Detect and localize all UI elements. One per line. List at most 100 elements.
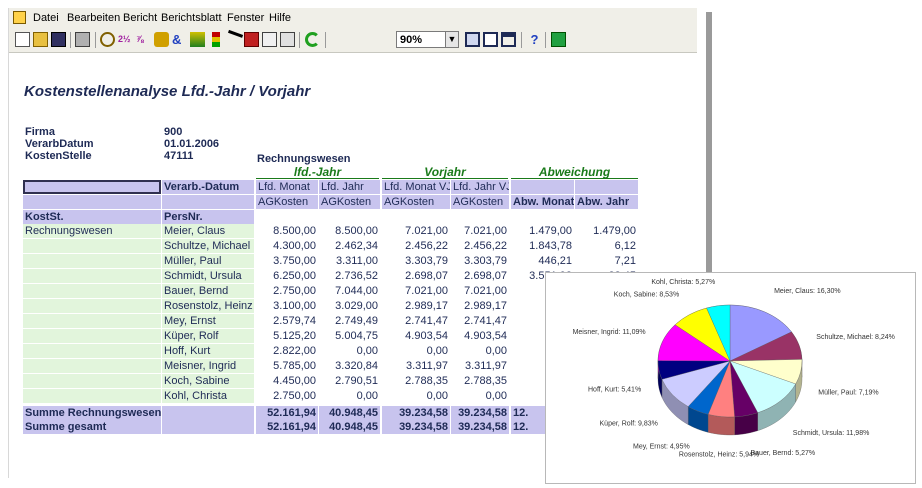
- sum-rw-vj-monat: 39.234,58: [382, 406, 450, 420]
- value-cell: 7,21: [614, 255, 636, 267]
- pie-label: Meisner, Ingrid: 11,09%: [573, 329, 646, 336]
- value-cell: 4.903,54: [464, 330, 507, 342]
- pie-chart: Meier, Claus: 16,30% Schultze, Michael: 8…: [573, 279, 895, 458]
- value-cell: 1.479,00: [593, 225, 636, 237]
- window-icon[interactable]: [501, 32, 516, 47]
- kostst-cell: Rechnungswesen: [23, 224, 161, 238]
- copy-icon[interactable]: [262, 32, 277, 47]
- pie-label: Müller, Paul: 7,19%: [818, 389, 878, 396]
- menu-fenster[interactable]: Fenster: [225, 8, 266, 28]
- exit-icon[interactable]: [551, 32, 566, 47]
- group-lfd-jahr: lfd.-Jahr: [256, 165, 379, 179]
- firma-value: 900: [164, 126, 183, 138]
- value-cell: 7.044,00: [335, 285, 378, 297]
- paste-icon[interactable]: [280, 32, 295, 47]
- app-icon[interactable]: [13, 11, 26, 24]
- value-cell: 2.456,22: [464, 240, 507, 252]
- sort-icon[interactable]: [190, 32, 205, 47]
- col-kostst: KostSt.: [23, 210, 161, 224]
- col-vj-jahr: Lfd. Jahr VJ: [451, 180, 509, 194]
- sub-agkosten-2: AGKosten: [319, 195, 380, 209]
- pie-label: Bauer, Bernd: 5,27%: [751, 450, 816, 457]
- col-abw-empty: [511, 180, 574, 194]
- value-cell: 7.021,00: [464, 285, 507, 297]
- col-persnr: PersNr.: [162, 210, 254, 224]
- col-abw-jahr: Abw. Jahr: [575, 195, 638, 209]
- chart-icon[interactable]: [244, 32, 259, 47]
- sub-agkosten-1: AGKosten: [256, 195, 318, 209]
- value-cell: 5.125,20: [273, 330, 316, 342]
- sum-total-vj-jahr: 39.234,58: [451, 420, 509, 434]
- hdr-blank-2: [162, 195, 254, 209]
- value-cell: 1.479,00: [529, 225, 572, 237]
- zoom-select[interactable]: 90%: [396, 31, 446, 48]
- col-lfd-jahr: Lfd. Jahr: [319, 180, 380, 194]
- menu-hilfe[interactable]: Hilfe: [267, 8, 293, 28]
- toolbar: 2½ ⅞ & 90% ▼ ?: [9, 28, 697, 53]
- value-cell: 4.300,00: [273, 240, 316, 252]
- col-abw-empty-2: [575, 180, 638, 194]
- value-cell: 2.456,22: [405, 240, 448, 252]
- number-format-icon[interactable]: 2½: [118, 32, 133, 47]
- pie-label: Rosenstolz, Heinz: 5,94%: [679, 451, 759, 458]
- datum-label: VerarbDatum: [25, 138, 94, 150]
- value-cell: 2.822,00: [273, 345, 316, 357]
- save-icon[interactable]: [51, 32, 66, 47]
- open-icon[interactable]: [33, 32, 48, 47]
- value-cell: 2.579,74: [273, 315, 316, 327]
- value-cell: 2.790,51: [335, 375, 378, 387]
- value-cell: 2.749,49: [335, 315, 378, 327]
- link-icon[interactable]: &: [172, 32, 187, 47]
- menu-datei[interactable]: Datei: [31, 8, 61, 28]
- sum-rw-jahr: 40.948,45: [319, 406, 380, 420]
- value-cell: 2.741,47: [464, 315, 507, 327]
- value-cell: 5.004,75: [335, 330, 378, 342]
- value-cell: 3.750,00: [273, 255, 316, 267]
- value-cell: 2.989,17: [405, 300, 448, 312]
- print-icon[interactable]: [75, 32, 90, 47]
- value-cell: 0,00: [485, 390, 507, 402]
- menu-bericht[interactable]: Bericht: [121, 8, 159, 28]
- pie-label: Hoff, Kurt: 5,41%: [588, 387, 641, 394]
- value-cell: 3.311,97: [405, 360, 448, 372]
- persnr-cell: Schultze, Michael: [162, 239, 254, 253]
- chevron-down-icon[interactable]: ▼: [445, 31, 459, 48]
- value-cell: 0,00: [485, 345, 507, 357]
- menu-bar: Datei Bearbeiten Bericht Berichtsblatt F…: [9, 8, 697, 28]
- value-cell: 0,00: [426, 390, 448, 402]
- menu-berichtsblatt[interactable]: Berichtsblatt: [159, 8, 224, 28]
- fraction-icon[interactable]: ⅞: [136, 32, 151, 47]
- kostst-cell: [23, 239, 161, 253]
- pie-label: Schultze, Michael: 8,24%: [816, 334, 895, 341]
- value-cell: 8.500,00: [335, 225, 378, 237]
- arrow-icon[interactable]: [223, 29, 244, 50]
- refresh-icon[interactable]: [305, 32, 320, 47]
- kst-name: Rechnungswesen: [257, 153, 351, 165]
- col-lfd-monat: Lfd. Monat: [256, 180, 318, 194]
- firma-label: Firma: [25, 126, 55, 138]
- help-icon[interactable]: ?: [527, 32, 542, 47]
- pie-label: Schmidt, Ursula: 11,98%: [793, 430, 870, 437]
- persnr-cell: Küper, Rolf: [162, 329, 254, 343]
- new-icon[interactable]: [15, 32, 30, 47]
- value-cell: 2.750,00: [273, 285, 316, 297]
- selected-cell[interactable]: [23, 180, 161, 194]
- value-cell: 3.303,79: [405, 255, 448, 267]
- traffic-light-icon[interactable]: [212, 32, 220, 47]
- sum-rw-vj-jahr: 39.234,58: [451, 406, 509, 420]
- value-cell: 1.843,78: [529, 240, 572, 252]
- pie-label: Meier, Claus: 16,30%: [774, 288, 841, 295]
- pie-label: Kohl, Christa: 5,27%: [651, 279, 715, 286]
- kostst-cell: [23, 389, 161, 403]
- search-icon[interactable]: [100, 32, 115, 47]
- value-cell: 3.311,00: [335, 255, 378, 267]
- menu-bearbeiten[interactable]: Bearbeiten: [65, 8, 122, 28]
- value-cell: 4.903,54: [405, 330, 448, 342]
- kostst-cell: [23, 269, 161, 283]
- filter-icon[interactable]: [154, 32, 169, 47]
- kostst-cell: [23, 329, 161, 343]
- two-page-icon[interactable]: [483, 32, 498, 47]
- page-view-icon[interactable]: [465, 32, 480, 47]
- value-cell: 6.250,00: [273, 270, 316, 282]
- value-cell: 0,00: [356, 345, 378, 357]
